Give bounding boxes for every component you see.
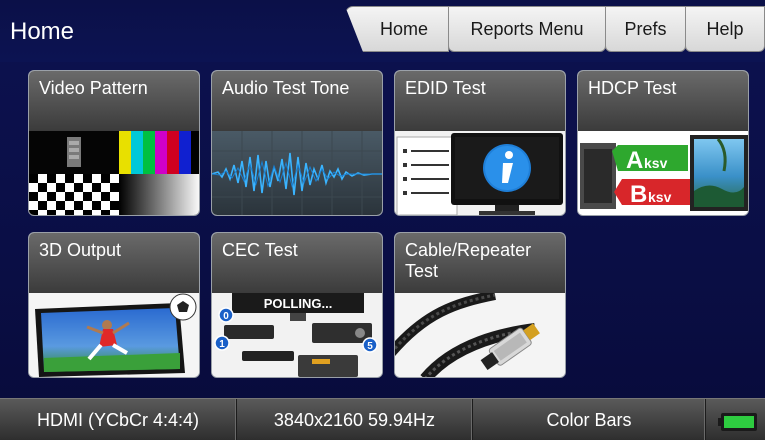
hdmi-cable-icon (395, 293, 565, 377)
tab-reports-menu[interactable]: Reports Menu (448, 6, 606, 52)
key-b-letter: B (630, 181, 647, 208)
battery-icon (718, 413, 757, 431)
key-a-letter: A (626, 147, 643, 174)
status-resolution[interactable]: 3840x2160 59.94Hz (237, 399, 473, 440)
video-pattern-icon (29, 131, 199, 215)
tab-bar: Home Reports Menu Prefs Help (345, 6, 765, 54)
tab-prefs[interactable]: Prefs (605, 6, 686, 52)
cec-polling-icon: POLLING... 0 1 5 (212, 293, 382, 377)
tile-label: 3D Output (29, 233, 199, 293)
tile-label: EDID Test (395, 71, 565, 131)
status-pattern[interactable]: Color Bars (473, 399, 706, 440)
tile-label: CEC Test (212, 233, 382, 293)
page-title: Home (10, 18, 75, 45)
node-1-label: 1 (219, 339, 225, 350)
tile-edid-test[interactable]: EDID Test (394, 70, 566, 216)
key-b-sub: ksv (648, 189, 672, 205)
tile-3d-output[interactable]: 3D Output (28, 232, 200, 378)
tab-home[interactable]: Home (345, 6, 449, 52)
tile-label: HDCP Test (578, 71, 748, 131)
tile-hdcp-test[interactable]: HDCP Test A ksv B ksv (577, 70, 749, 216)
header-bar: Home Home Reports Menu Prefs Help (0, 0, 765, 62)
status-interface[interactable]: HDMI (YCbCr 4:4:4) (0, 399, 237, 440)
node-5-label: 5 (367, 341, 373, 352)
tile-audio-test-tone[interactable]: Audio Test Tone (211, 70, 383, 216)
key-a-sub: ksv (644, 155, 668, 171)
3d-output-icon (29, 293, 199, 377)
hdcp-keys-icon: A ksv B ksv (578, 131, 748, 215)
home-screen: Home Home Reports Menu Prefs Help Video … (0, 0, 765, 440)
tile-cable-repeater-test[interactable]: Cable/Repeater Test (394, 232, 566, 378)
node-0-label: 0 (223, 311, 229, 322)
polling-text: POLLING... (264, 296, 333, 311)
tile-label: Video Pattern (29, 71, 199, 131)
audio-waveform-icon (212, 131, 382, 215)
tile-cec-test[interactable]: CEC Test POLLING... 0 1 5 (211, 232, 383, 378)
status-bar: HDMI (YCbCr 4:4:4) 3840x2160 59.94Hz Col… (0, 398, 765, 440)
tab-help[interactable]: Help (685, 6, 765, 52)
tile-label: Cable/Repeater Test (395, 233, 565, 293)
edid-info-icon (395, 131, 565, 215)
tile-video-pattern[interactable]: Video Pattern (28, 70, 200, 216)
tile-label: Audio Test Tone (212, 71, 382, 131)
